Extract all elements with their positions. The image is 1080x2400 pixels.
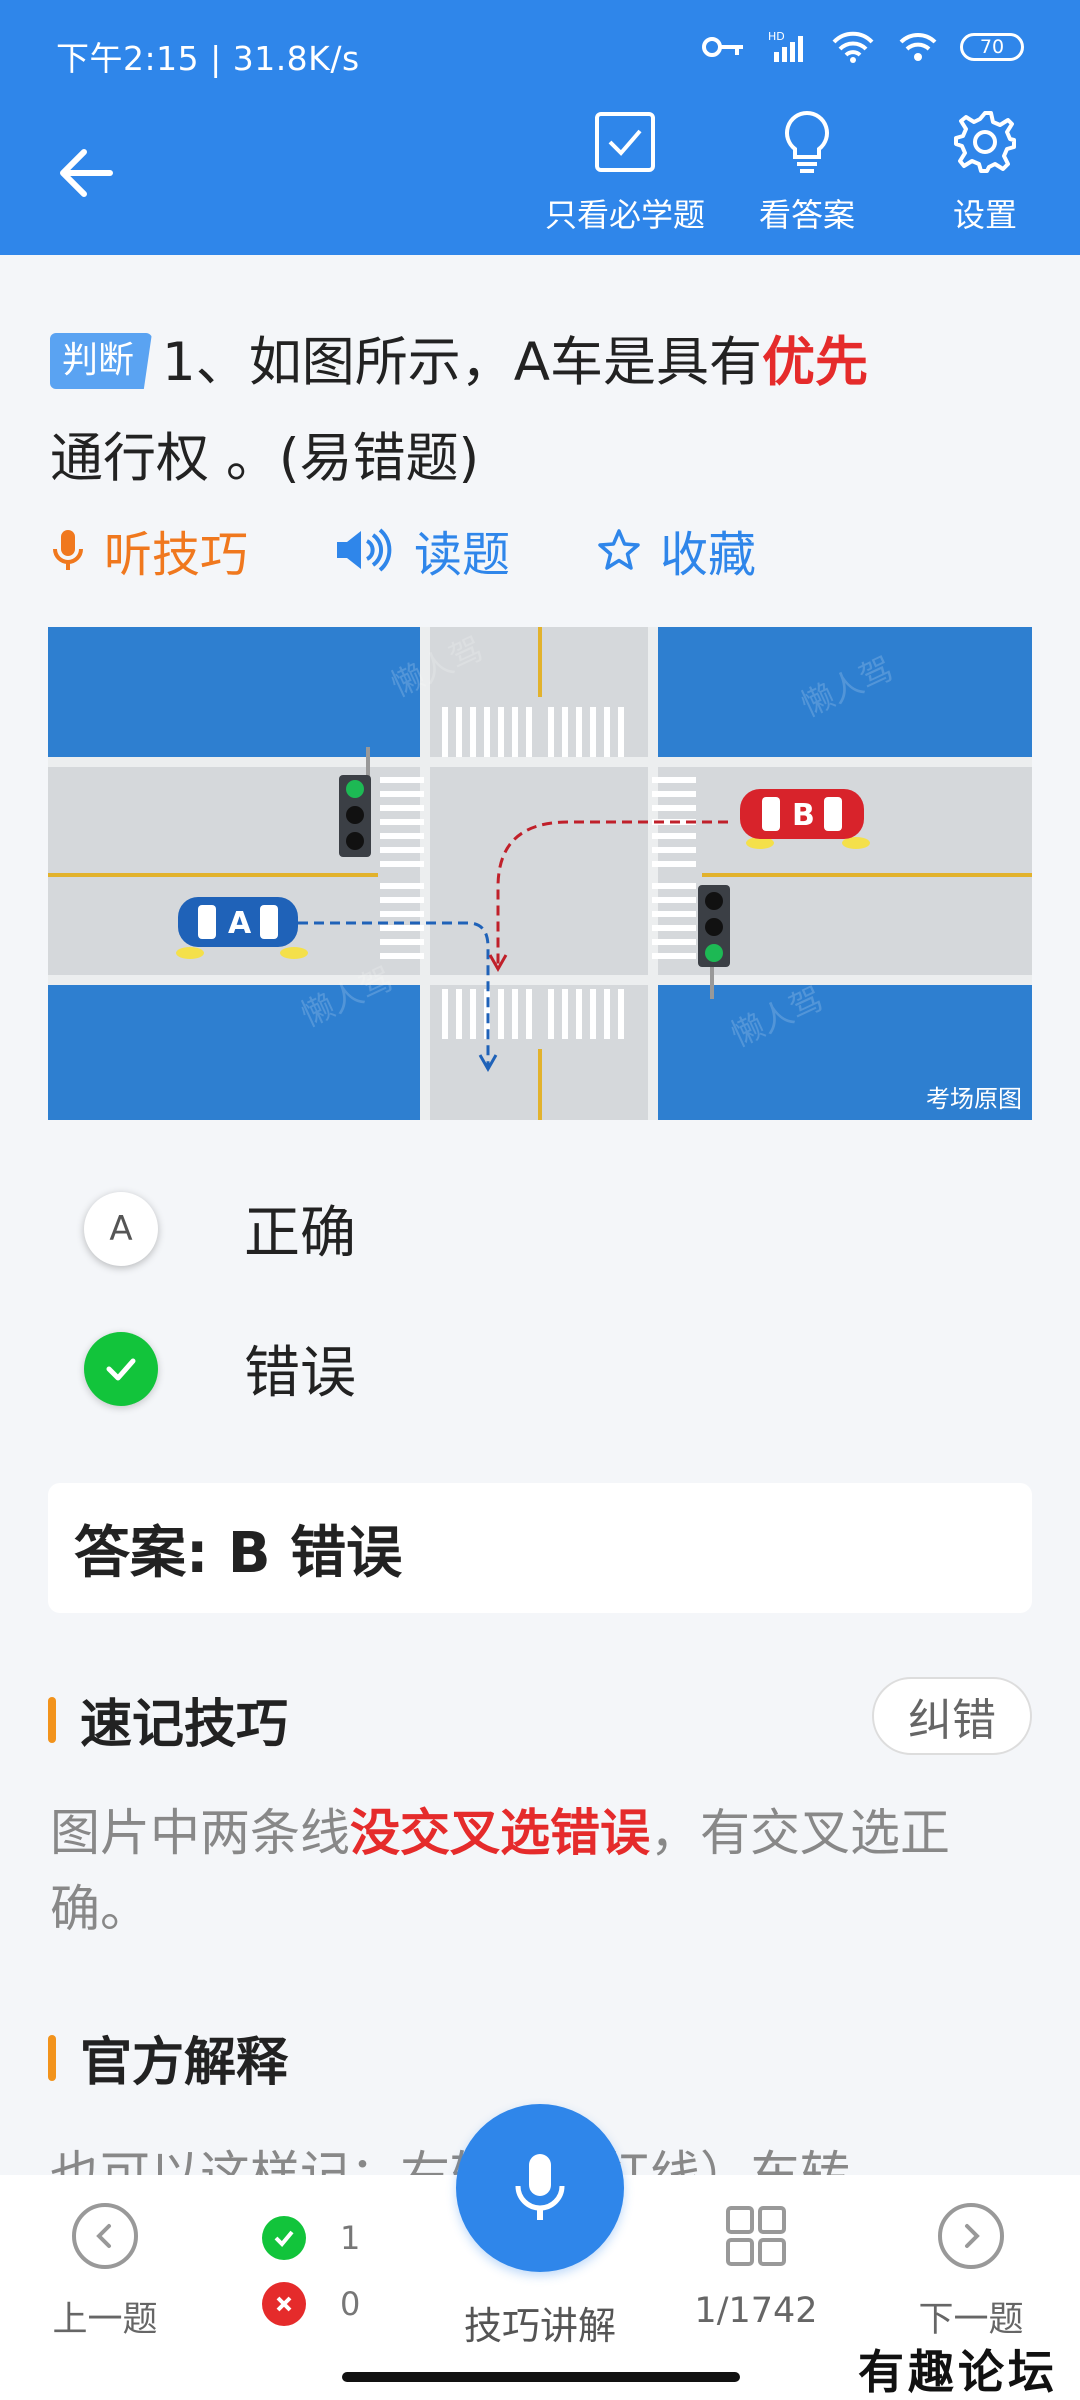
option-a-text: 正确 xyxy=(244,1201,356,1266)
option-a[interactable]: A 正确 xyxy=(84,1188,356,1269)
only-required-label: 只看必学题 xyxy=(544,196,705,234)
back-button[interactable] xyxy=(52,138,122,208)
star-icon xyxy=(598,529,640,570)
read-question-button[interactable]: 读题 xyxy=(334,515,510,585)
grid-icon xyxy=(686,2203,826,2269)
question-text: 判断 1、如图所示，A车是具有优先通行权 。(易错题) xyxy=(50,315,1040,507)
check-icon xyxy=(106,1358,136,1380)
only-required-button[interactable]: 只看必学题 xyxy=(540,108,710,236)
explanation-title-text: 官方解释 xyxy=(80,2033,289,2093)
wifi-icon-2 xyxy=(899,32,937,61)
tips-text: 图片中两条线没交叉选错误，有交叉选正确。 xyxy=(50,1795,1030,1947)
intersection-diagram: A B 懒人驾 懒人驾 懒人驾 懒人驾 xyxy=(48,627,1032,1120)
listen-tip-label: 听技巧 xyxy=(104,527,249,583)
lightbulb-icon xyxy=(785,110,829,173)
prev-question-button[interactable]: 上一题 xyxy=(40,2203,170,2342)
settings-button[interactable]: 设置 xyxy=(930,108,1040,236)
gear-icon xyxy=(954,111,1016,173)
read-question-label: 读题 xyxy=(414,527,511,583)
favorite-button[interactable]: 收藏 xyxy=(596,515,756,585)
microphone-icon xyxy=(515,2154,565,2220)
question-text-after: 通行权 。(易错题) xyxy=(50,428,480,489)
question-actions: 听技巧 读题 收藏 xyxy=(50,510,842,590)
tips-section-bar xyxy=(48,1696,56,1743)
option-b[interactable]: 错误 xyxy=(84,1328,356,1409)
battery-icon: 70 xyxy=(960,33,1024,61)
car-b-label: B xyxy=(792,798,815,833)
intersection-figure: A B 懒人驾 懒人驾 懒人驾 懒人驾 考场原图 xyxy=(48,627,1032,1120)
top-header: 下午2:15 | 31.8K/s HD 70 只看必学题 看答案 设置 xyxy=(0,0,1080,255)
arrow-left-icon xyxy=(60,149,113,197)
question-text-before: 1、如图所示，A车是具有 xyxy=(162,332,762,393)
tip-explanation-mic-button[interactable] xyxy=(456,2104,624,2272)
tips-title-text: 速记技巧 xyxy=(80,1695,289,1755)
answer-text: 答案: B 错误 xyxy=(74,1520,403,1586)
status-icons: HD 70 xyxy=(702,30,1024,64)
report-error-button[interactable]: 纠错 xyxy=(872,1677,1032,1755)
answer-box: 答案: B 错误 xyxy=(48,1483,1032,1613)
car-a-label: A xyxy=(228,906,252,941)
option-b-text: 错误 xyxy=(244,1341,356,1406)
signal-icon: HD xyxy=(768,30,803,62)
show-answer-label: 看答案 xyxy=(758,196,855,234)
next-question-label: 下一题 xyxy=(918,2300,1024,2340)
show-answer-button[interactable]: 看答案 xyxy=(742,108,872,236)
microphone-icon xyxy=(53,530,83,570)
question-type-tag: 判断 xyxy=(50,333,153,389)
prev-question-label: 上一题 xyxy=(52,2300,158,2340)
listen-tip-button[interactable]: 听技巧 xyxy=(50,515,248,585)
option-a-letter: A xyxy=(84,1191,158,1266)
chevron-left-icon xyxy=(72,2203,138,2269)
explanation-section-bar xyxy=(48,2034,56,2081)
svg-text:HD: HD xyxy=(768,30,785,43)
question-content: 判断 1、如图所示，A车是具有优先 通行权 。(易错题) 听技巧 读题 收藏 A… xyxy=(0,255,1080,2204)
answer-counts: 1 0 xyxy=(262,2205,360,2337)
figure-caption: 考场原图 xyxy=(926,1085,1022,1113)
status-time-network: 下午2:15 | 31.8K/s xyxy=(56,39,360,78)
tip-explanation-label: 技巧讲解 xyxy=(463,2304,616,2348)
question-progress: 1/1742 xyxy=(694,2291,818,2331)
next-question-button[interactable]: 下一题 xyxy=(906,2203,1036,2342)
question-highlight: 优先 xyxy=(762,332,868,393)
favorite-label: 收藏 xyxy=(660,527,757,583)
question-grid-button[interactable]: 1/1742 xyxy=(686,2203,826,2331)
wrong-count: 0 xyxy=(340,2285,361,2323)
tips-section-title: 速记技巧 xyxy=(48,1682,288,1757)
tips-highlight: 没交叉选错误 xyxy=(350,1804,650,1862)
option-b-correct-badge xyxy=(84,1331,158,1406)
wrong-count-row: 0 xyxy=(262,2271,360,2337)
tips-text-before: 图片中两条线 xyxy=(50,1804,350,1862)
wrong-icon xyxy=(262,2282,306,2326)
checkbox-icon xyxy=(595,112,655,172)
correct-icon xyxy=(262,2216,306,2260)
explanation-section-title: 官方解释 xyxy=(48,2020,288,2095)
correct-count-row: 1 xyxy=(262,2205,360,2271)
wifi-icon xyxy=(832,31,874,63)
forum-watermark: 有趣论坛 xyxy=(858,2345,1058,2399)
correct-count: 1 xyxy=(340,2219,361,2257)
key-icon xyxy=(702,37,743,57)
home-indicator[interactable] xyxy=(342,2372,740,2382)
chevron-right-icon xyxy=(938,2203,1004,2269)
settings-label: 设置 xyxy=(952,196,1017,234)
speaker-icon xyxy=(337,528,392,572)
